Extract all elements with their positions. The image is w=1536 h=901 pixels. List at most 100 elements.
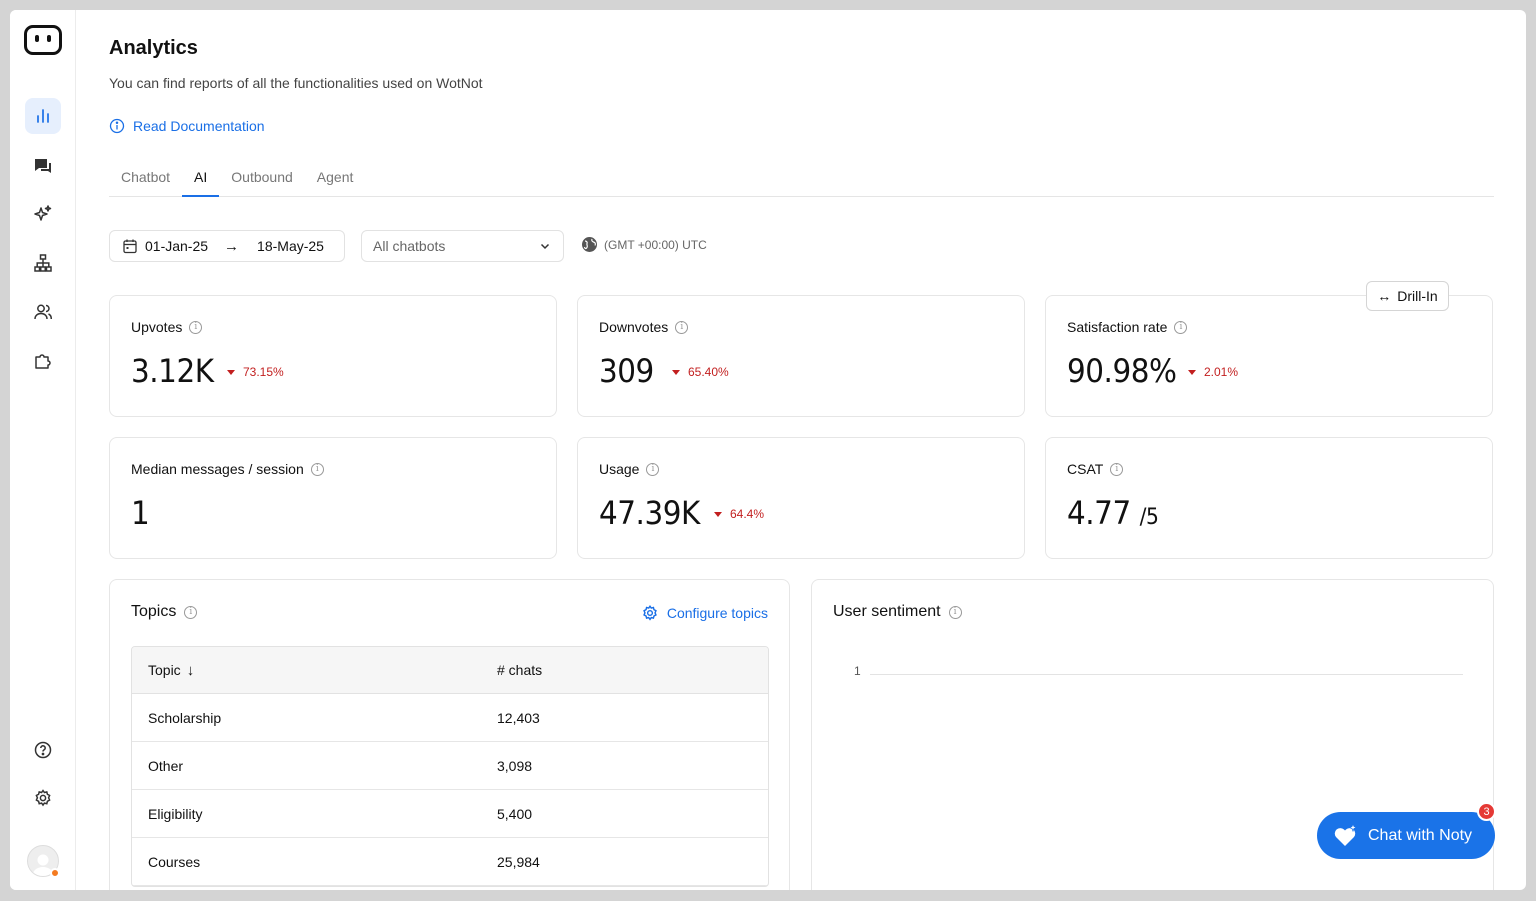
- metric-label-text: Downvotes: [599, 319, 669, 335]
- nav-analytics[interactable]: [25, 98, 61, 134]
- metric-value: 47.39K: [599, 494, 700, 532]
- info-circle-icon: [109, 118, 125, 134]
- table-row[interactable]: Courses 25,984: [132, 838, 768, 886]
- sort-topic-header[interactable]: Topic ↓: [132, 662, 497, 679]
- hierarchy-icon: [34, 254, 52, 272]
- date-range-picker[interactable]: 01-Jan-25 → 18-May-25: [109, 230, 345, 262]
- topics-panel: Topics i Configure topics Topic ↓ # chat…: [109, 579, 790, 890]
- trend-down-icon: [227, 369, 235, 375]
- info-icon[interactable]: i: [948, 605, 962, 619]
- date-start: 01-Jan-25: [145, 238, 209, 254]
- info-icon[interactable]: i: [184, 605, 198, 619]
- metric-change: 2.01%: [1188, 365, 1238, 379]
- settings-icon: [35, 789, 51, 807]
- drill-in-label: Drill-In: [1397, 288, 1438, 304]
- chat-with-noty-button[interactable]: Chat with Noty: [1317, 812, 1495, 859]
- topic-cell: Scholarship: [148, 709, 222, 726]
- info-icon[interactable]: i: [189, 320, 203, 334]
- sparkles-icon: [34, 205, 52, 221]
- metric-label: Satisfaction rate i: [1067, 319, 1188, 335]
- tab-outbound[interactable]: Outbound: [219, 162, 305, 197]
- configure-topics-link[interactable]: Configure topics: [641, 604, 768, 622]
- arrows-horizontal-icon: ↔: [1377, 288, 1392, 304]
- y-axis-tick: 1: [854, 664, 861, 678]
- globe-icon: [582, 237, 597, 252]
- drill-in-button[interactable]: ↔ Drill-In: [1366, 281, 1449, 311]
- table-row[interactable]: Scholarship 12,403: [132, 694, 768, 742]
- read-documentation-link[interactable]: Read Documentation: [109, 118, 265, 134]
- metric-change-value: 64.4%: [730, 507, 765, 521]
- metric-label: CSAT i: [1067, 461, 1124, 477]
- nav-integrations[interactable]: [25, 342, 61, 378]
- status-dot: [50, 868, 60, 878]
- trend-down-icon: [672, 369, 680, 375]
- chevron-down-icon: [540, 243, 550, 250]
- metric-card-satisfaction: Satisfaction rate i 90.98% 2.01%: [1045, 295, 1493, 417]
- metric-value: 309: [599, 352, 654, 390]
- topics-table: Topic ↓ # chats Scholarship 12,403 Other…: [131, 646, 769, 887]
- nav-flows[interactable]: [25, 245, 61, 281]
- metric-label: Usage i: [599, 461, 660, 477]
- metric-card-median-messages: Median messages / session i 1: [109, 437, 557, 559]
- info-icon[interactable]: i: [675, 320, 689, 334]
- date-end: 18-May-25: [257, 238, 324, 254]
- metric-label-text: Satisfaction rate: [1067, 319, 1168, 335]
- table-row[interactable]: Eligibility 5,400: [132, 790, 768, 838]
- sentiment-title: User sentiment i: [833, 603, 962, 621]
- topics-title-text: Topics: [131, 603, 177, 620]
- chatbot-select[interactable]: All chatbots: [361, 230, 564, 262]
- csat-value: 4.77: [1067, 494, 1131, 532]
- gear-icon: [642, 604, 657, 621]
- metric-change: 64.4%: [714, 507, 764, 521]
- info-icon[interactable]: i: [1110, 462, 1124, 476]
- tab-chatbot[interactable]: Chatbot: [109, 162, 182, 197]
- chats-cell: 5,400: [497, 805, 533, 822]
- info-icon[interactable]: i: [1174, 320, 1188, 334]
- metric-card-csat: CSAT i 4.77 /5: [1045, 437, 1493, 559]
- info-icon[interactable]: i: [310, 462, 324, 476]
- topics-title: Topics i: [131, 603, 198, 621]
- column-header-chats[interactable]: # chats: [497, 662, 768, 678]
- nav-settings[interactable]: [25, 780, 61, 816]
- metric-card-downvotes: Downvotes i 309 65.40%: [577, 295, 1025, 417]
- table-header: Topic ↓ # chats: [132, 647, 768, 694]
- arrow-right-icon: →: [224, 237, 240, 255]
- chatbot-select-value: All chatbots: [373, 238, 446, 254]
- configure-topics-label: Configure topics: [666, 605, 768, 621]
- nav-help[interactable]: [25, 732, 61, 768]
- chats-cell: 25,984: [497, 853, 540, 870]
- tab-agent[interactable]: Agent: [305, 162, 366, 197]
- analytics-tabs: Chatbot AI Outbound Agent: [109, 162, 1494, 197]
- info-icon[interactable]: i: [646, 462, 660, 476]
- logo-icon[interactable]: [24, 25, 62, 55]
- timezone[interactable]: (GMT +00:00) UTC: [581, 236, 707, 253]
- metric-change: 73.15%: [227, 365, 284, 379]
- nav-ai[interactable]: [25, 196, 61, 232]
- table-row[interactable]: Other 3,098: [132, 742, 768, 790]
- metric-change-value: 73.15%: [243, 365, 284, 379]
- metric-value: 90.98%: [1067, 352, 1177, 390]
- metric-card-usage: Usage i 47.39K 64.4%: [577, 437, 1025, 559]
- metric-label: Downvotes i: [599, 319, 689, 335]
- puzzle-icon: [35, 354, 51, 369]
- metric-label: Upvotes i: [131, 319, 203, 335]
- page-title: Analytics: [109, 37, 198, 59]
- bar-chart-icon: [37, 109, 49, 123]
- help-icon: [34, 741, 52, 759]
- nav-conversations[interactable]: [25, 148, 61, 184]
- app-window: Analytics You can find reports of all th…: [10, 10, 1526, 890]
- nav-contacts[interactable]: [25, 294, 61, 330]
- metric-change: 65.40%: [672, 365, 729, 379]
- metric-value: 1: [131, 494, 150, 532]
- tab-ai[interactable]: AI: [182, 162, 220, 197]
- trend-down-icon: [1188, 369, 1196, 375]
- calendar-icon: [123, 239, 137, 254]
- metric-change-value: 65.40%: [688, 365, 729, 379]
- read-documentation-label: Read Documentation: [133, 118, 265, 134]
- metric-value: 4.77 /5: [1067, 494, 1159, 532]
- chats-cell: 3,098: [497, 757, 533, 774]
- topic-cell: Courses: [148, 853, 201, 870]
- gridline: [870, 674, 1463, 675]
- metric-label-text: CSAT: [1067, 461, 1104, 477]
- metric-value: 3.12K: [131, 352, 214, 390]
